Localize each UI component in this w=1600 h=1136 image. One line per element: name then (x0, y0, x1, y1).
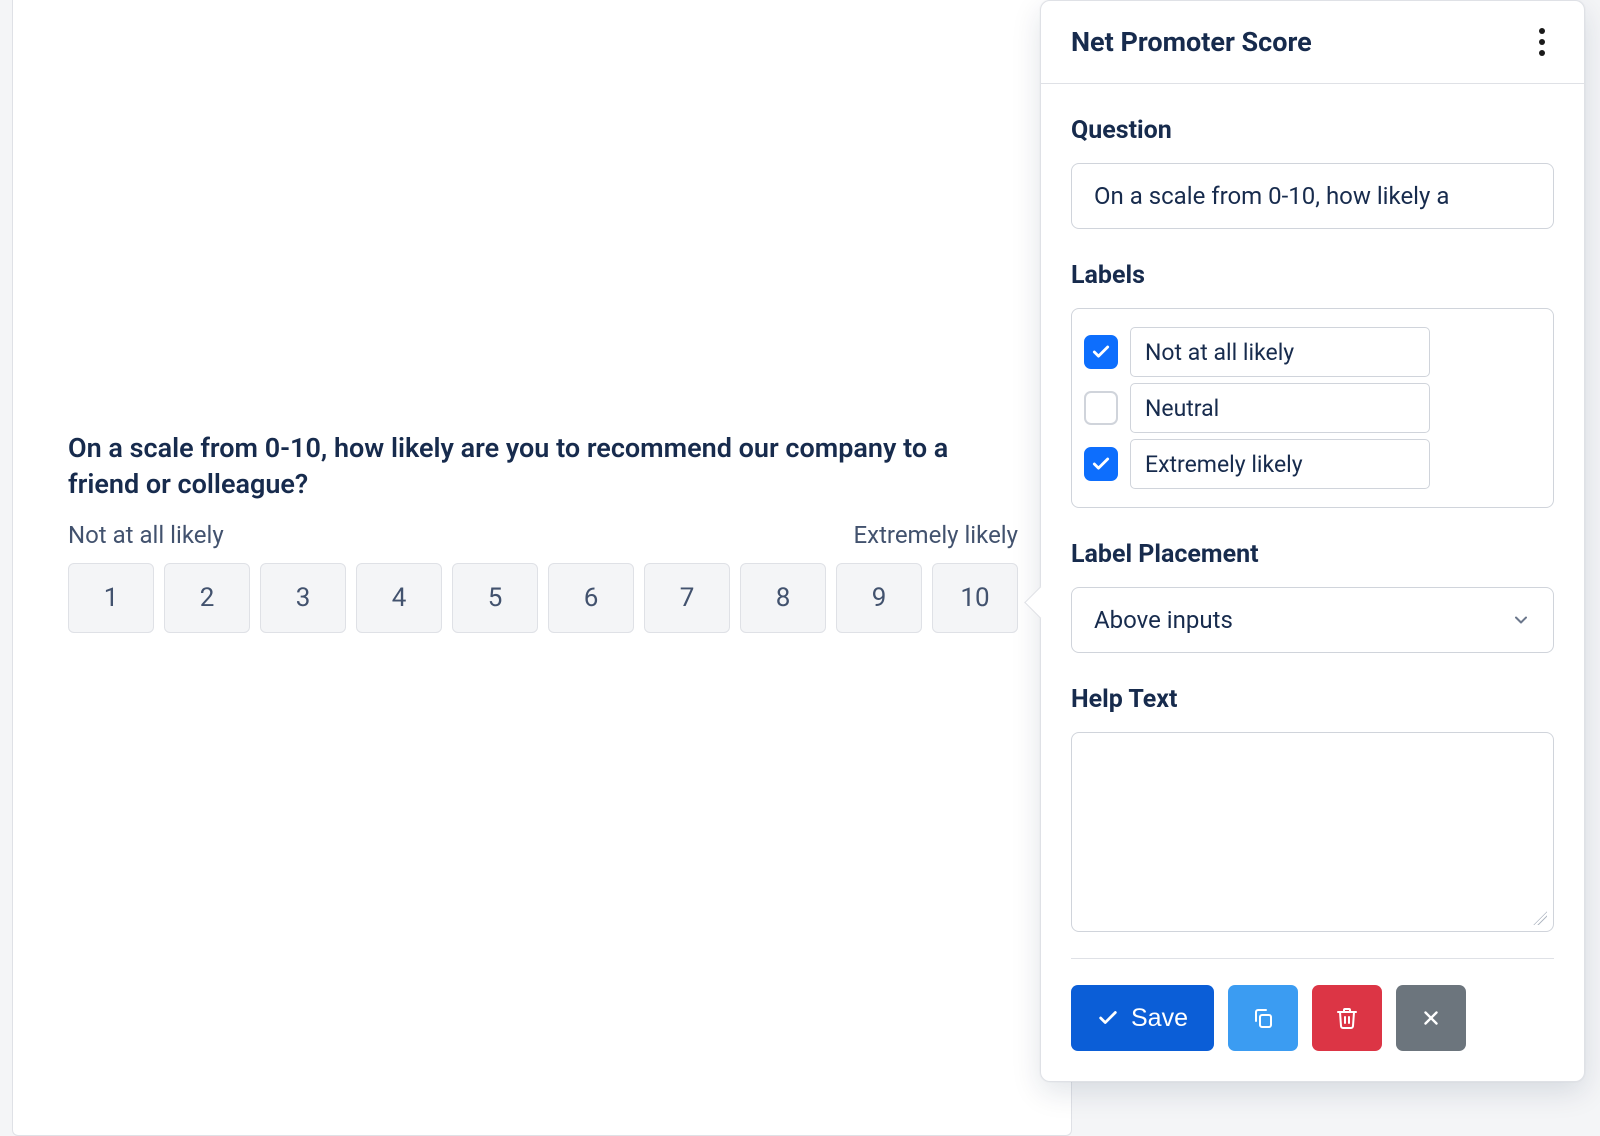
save-button[interactable]: Save (1071, 985, 1214, 1051)
placement-section-label: Label Placement (1071, 540, 1554, 569)
copy-icon (1251, 1006, 1275, 1030)
delete-button[interactable] (1312, 985, 1382, 1051)
question-input[interactable]: On a scale from 0-10, how likely a (1071, 163, 1554, 229)
labels-editor: Not at all likely Neutral Extremely likely (1071, 308, 1554, 508)
score-tile-6[interactable]: 6 (548, 563, 634, 633)
label-row-1: Neutral (1084, 383, 1541, 433)
panel-header: Net Promoter Score (1041, 1, 1584, 84)
settings-panel: Net Promoter Score Question On a scale f… (1040, 0, 1585, 1082)
save-button-label: Save (1131, 1004, 1188, 1033)
label-checkbox-1[interactable] (1084, 391, 1118, 425)
score-tile-9[interactable]: 9 (836, 563, 922, 633)
scale-left-label: Not at all likely (68, 521, 224, 549)
score-tile-8[interactable]: 8 (740, 563, 826, 633)
help-text-input[interactable] (1071, 732, 1554, 932)
scale-right-label: Extremely likely (854, 521, 1018, 549)
score-tile-4[interactable]: 4 (356, 563, 442, 633)
label-placement-value: Above inputs (1094, 606, 1233, 634)
label-input-0[interactable]: Not at all likely (1130, 327, 1430, 377)
trash-icon (1335, 1006, 1359, 1030)
label-checkbox-0[interactable] (1084, 335, 1118, 369)
score-tile-3[interactable]: 3 (260, 563, 346, 633)
label-checkbox-2[interactable] (1084, 447, 1118, 481)
score-tile-7[interactable]: 7 (644, 563, 730, 633)
score-tile-2[interactable]: 2 (164, 563, 250, 633)
score-tile-1[interactable]: 1 (68, 563, 154, 633)
survey-preview-card: On a scale from 0-10, how likely are you… (12, 0, 1072, 1136)
label-input-1[interactable]: Neutral (1130, 383, 1430, 433)
score-tile-10[interactable]: 10 (932, 563, 1018, 633)
label-input-2[interactable]: Extremely likely (1130, 439, 1430, 489)
question-block: On a scale from 0-10, how likely are you… (68, 430, 1018, 633)
label-row-0: Not at all likely (1084, 327, 1541, 377)
more-options-button[interactable] (1530, 25, 1554, 59)
score-row: 12345678910 (68, 563, 1018, 633)
score-tile-5[interactable]: 5 (452, 563, 538, 633)
question-text: On a scale from 0-10, how likely are you… (68, 430, 1018, 503)
duplicate-button[interactable] (1228, 985, 1298, 1051)
panel-title: Net Promoter Score (1071, 26, 1312, 58)
close-button[interactable] (1396, 985, 1466, 1051)
help-text-section-label: Help Text (1071, 685, 1554, 714)
panel-actions: Save (1041, 985, 1584, 1051)
label-placement-select[interactable]: Above inputs (1071, 587, 1554, 653)
label-row-2: Extremely likely (1084, 439, 1541, 489)
question-input-value: On a scale from 0-10, how likely a (1094, 182, 1449, 210)
labels-section-label: Labels (1071, 261, 1554, 290)
question-section-label: Question (1071, 116, 1554, 145)
divider (1071, 958, 1554, 959)
scale-labels: Not at all likely Extremely likely (68, 521, 1018, 549)
check-icon (1097, 1007, 1119, 1029)
close-icon (1420, 1007, 1442, 1029)
chevron-down-icon (1511, 610, 1531, 630)
